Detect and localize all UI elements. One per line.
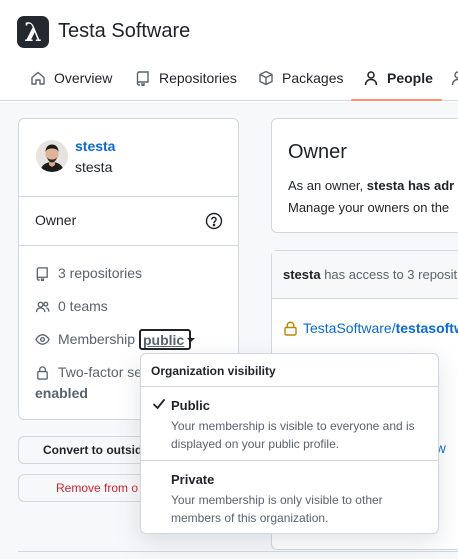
owner-panel-line-2: Manage your owners on the	[288, 200, 450, 215]
owner-panel-user: stesta	[366, 178, 405, 193]
membership-visibility-value: public	[143, 331, 185, 348]
member-teams-label: 0 teams	[58, 298, 108, 314]
repo-icon	[36, 266, 48, 281]
repository-name: testasoftw	[395, 320, 458, 336]
member-display-name: stesta	[75, 159, 113, 175]
card-divider	[19, 196, 238, 197]
home-icon	[31, 71, 45, 85]
member-membership: Membership	[35, 329, 135, 349]
tab-people-label: People	[387, 70, 433, 86]
two-factor-status: enabled	[35, 385, 88, 401]
tab-repositories-label: Repositories	[159, 70, 237, 86]
visibility-menu-title: Organization visibility	[151, 364, 276, 378]
visibility-option-private-description: Your membership is only visible to other…	[171, 493, 383, 525]
tab-overview-label: Overview	[54, 70, 113, 86]
member-role: Owner	[35, 212, 77, 228]
member-repositories-label: 3 repositories	[58, 265, 143, 281]
repository-access-text: stesta has access to 3 reposit	[283, 267, 457, 282]
member-login-link[interactable]: stesta	[75, 138, 115, 154]
person-icon	[364, 71, 378, 86]
repository-owner: TestaSoftware/	[303, 320, 396, 336]
visibility-option-private-label: Private	[171, 472, 215, 487]
card-divider	[19, 245, 238, 246]
question-icon[interactable]	[205, 212, 223, 230]
owner-panel	[271, 118, 458, 233]
remove-button-label: Remove from o	[56, 481, 139, 495]
membership-label: Membership	[58, 331, 136, 347]
tab-packages-label: Packages	[282, 70, 344, 86]
convert-button-label: Convert to outside	[43, 443, 150, 457]
org-name[interactable]: Testa Software	[58, 20, 190, 43]
owner-panel-text: As an owner,	[288, 178, 367, 193]
owner-panel-line-1: As an owner, stesta has adr	[288, 178, 454, 193]
repository-link[interactable]: TestaSoftware/testasoftw	[284, 320, 458, 336]
footer-divider	[18, 551, 458, 552]
member-teams[interactable]: 0 teams	[35, 296, 108, 316]
tab-repositories[interactable]: Repositories	[135, 66, 237, 90]
eye-icon	[35, 333, 50, 345]
org-logo[interactable]: λ	[17, 16, 49, 48]
owner-panel-text: has adr	[404, 178, 455, 193]
access-user: stesta	[283, 267, 321, 282]
avatar[interactable]	[36, 140, 68, 172]
access-text: has access to 3 reposit	[320, 267, 458, 282]
selected-tab-indicator	[351, 99, 442, 101]
member-repositories[interactable]: 3 repositories	[35, 263, 142, 283]
two-factor-label: Two-factor se	[58, 364, 143, 380]
owner-panel-title: Owner	[288, 141, 347, 163]
member-two-factor: Two-factor se	[35, 362, 142, 382]
tab-overview[interactable]: Overview	[30, 66, 112, 90]
people-icon	[35, 301, 50, 312]
more-tabs-icon[interactable]	[450, 70, 458, 86]
lock-icon	[284, 321, 297, 336]
tab-people[interactable]: People	[363, 66, 433, 90]
lock-icon	[37, 365, 48, 380]
check-icon	[152, 397, 166, 411]
org-logo-glyph: λ	[24, 17, 42, 47]
repo-icon	[136, 71, 149, 86]
tab-packages[interactable]: Packages	[258, 66, 343, 90]
membership-visibility-toggle[interactable]: public	[139, 329, 196, 350]
visibility-option-public-label: Public	[171, 398, 211, 413]
visibility-option-public-description: Your membership is visible to everyone a…	[171, 419, 415, 451]
chevron-down-icon	[187, 337, 196, 342]
package-icon	[259, 70, 273, 86]
